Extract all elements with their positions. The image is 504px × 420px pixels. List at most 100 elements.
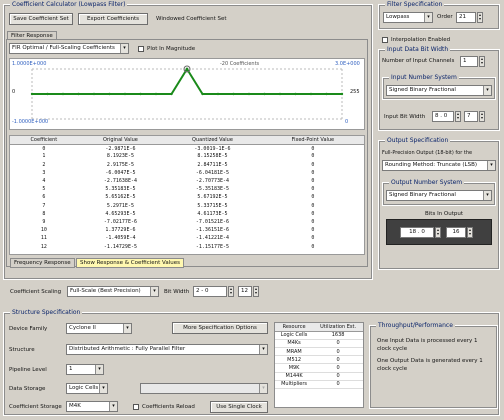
pipeline-level-combo[interactable]: 1 ▾ bbox=[66, 364, 104, 375]
chevron-down-icon: ▾ bbox=[483, 86, 491, 95]
resource-cell: 0 bbox=[313, 355, 363, 365]
resource-cell: 0 bbox=[313, 363, 363, 373]
table-cell: -6.0047E-5 bbox=[105, 169, 136, 176]
more-options-button[interactable]: More Specification Options bbox=[172, 322, 268, 334]
table-cell: 0 bbox=[311, 169, 315, 176]
chart-x-left-label: 0 bbox=[345, 119, 349, 125]
bit-width-field[interactable]: 2 - 0 bbox=[193, 286, 227, 297]
input-number-system-title: Input Number System bbox=[389, 74, 459, 81]
table-row[interactable]: 3 -6.0047E-5 -6.04181E-5 0 bbox=[10, 169, 364, 177]
table-cell: 8.1923E-5 bbox=[106, 153, 134, 160]
table-row[interactable]: 6 5.65162E-5 5.67192E-5 0 bbox=[10, 193, 364, 201]
coefficient-point bbox=[309, 92, 313, 96]
table-cell: 8.15258E-5 bbox=[197, 153, 228, 160]
table-row[interactable]: 0 -2.9871E-6 -3.0019-1E-6 0 bbox=[10, 144, 364, 152]
table-cell: 0 bbox=[311, 186, 315, 193]
order-spinner[interactable]: ▴ ▾ bbox=[477, 12, 483, 23]
input-bit-width-field[interactable]: 8 . 0 bbox=[432, 111, 454, 122]
device-family-label: Device Family bbox=[9, 326, 48, 332]
plot-selector-combo[interactable]: FIR Optimal / Full-Scaling Coefficients ▾ bbox=[9, 43, 129, 54]
plot-in-magnitude-label: Plot In Magnitude bbox=[147, 46, 196, 52]
resource-row: M4Ks 0 bbox=[275, 339, 363, 349]
table-cell: -1.14729E-5 bbox=[103, 243, 137, 250]
bit-width-spinner-2[interactable]: ▴ ▾ bbox=[253, 286, 259, 297]
input-number-system-combo[interactable]: Signed Binary Fractional ▾ bbox=[386, 85, 492, 96]
input-bit-width-spinner-2[interactable]: ▴ ▾ bbox=[479, 111, 485, 122]
coefficient-scaling-combo[interactable]: Full-Scale (Best Precision) ▾ bbox=[67, 286, 159, 297]
chevron-down-icon: ▾ bbox=[483, 191, 491, 200]
table-cell: 4.61173E-5 bbox=[197, 210, 228, 217]
coefficients-reload-label: Coefficients Reload bbox=[142, 404, 195, 410]
num-input-channels-field[interactable]: 1 bbox=[460, 56, 478, 67]
table-cell: 0 bbox=[311, 210, 315, 217]
table-cell: 10 bbox=[40, 227, 47, 234]
coefficients-reload-checkbox[interactable] bbox=[133, 404, 139, 410]
table-cell: -1.15177E-5 bbox=[195, 243, 230, 250]
column-header[interactable]: Fixed-Point Value bbox=[261, 136, 364, 145]
data-storage-label: Data Storage bbox=[9, 386, 46, 392]
column-header[interactable]: Coefficient bbox=[10, 136, 78, 145]
table-cell: 5.2971E-5 bbox=[106, 202, 134, 209]
order-field[interactable]: 21 bbox=[456, 12, 476, 23]
table-cell: 0 bbox=[311, 194, 315, 201]
chevron-down-icon: ▾ bbox=[120, 44, 128, 53]
export-coefficients-button[interactable]: Export Coefficients bbox=[78, 13, 148, 25]
table-row[interactable]: 4 -2.71638E-4 -2.70773E-4 0 bbox=[10, 177, 364, 185]
output-number-system-combo[interactable]: Signed Binary Fractional ▾ bbox=[386, 190, 492, 201]
input-bit-width-field-2[interactable]: 7 bbox=[464, 111, 478, 122]
table-row[interactable]: 1 8.1923E-5 8.15258E-5 0 bbox=[10, 152, 364, 160]
num-input-channels-spinner[interactable]: ▴ ▾ bbox=[479, 56, 485, 67]
table-row[interactable]: 10 1.37729E-6 -1.36151E-6 0 bbox=[10, 226, 364, 234]
output-precision-label: Full-Precision Output (18-bit) for the bbox=[382, 150, 473, 156]
pipeline-level-label: Pipeline Level bbox=[9, 367, 47, 373]
table-cell: 2.84711E-5 bbox=[197, 161, 228, 168]
table-cell: 2 bbox=[42, 161, 46, 168]
coefficient-scaling-label: Coefficient Scaling bbox=[10, 289, 62, 295]
bit-width-spinner[interactable]: ▴ ▾ bbox=[228, 286, 234, 297]
output-number-system-title: Output Number System bbox=[389, 179, 465, 186]
output-bit-width-spinner-2[interactable]: ▴ ▾ bbox=[467, 227, 473, 238]
rounding-method-combo[interactable]: Rounding Method: Truncate (LSB) ▾ bbox=[382, 160, 496, 171]
table-cell: 5.35183E-5 bbox=[105, 186, 136, 193]
save-coefficient-set-button[interactable]: Save Coefficient Set bbox=[9, 13, 73, 25]
table-row[interactable]: 8 4.65293E-5 4.61173E-5 0 bbox=[10, 210, 364, 218]
column-header[interactable]: Original Value bbox=[77, 136, 164, 145]
device-family-combo[interactable]: Cyclone II ▾ bbox=[66, 323, 132, 334]
table-cell: 8 bbox=[42, 210, 46, 217]
table-cell: -7.01521E-6 bbox=[195, 218, 230, 225]
plot-in-magnitude-checkbox[interactable] bbox=[138, 46, 144, 52]
output-bit-width-spinner[interactable]: ▴ ▾ bbox=[435, 227, 441, 238]
resource-estimate-header: Resource Utilization Est. bbox=[275, 323, 363, 332]
output-bit-width-title: Bits In Output bbox=[425, 211, 464, 217]
output-bit-width-field[interactable]: 18 . 0 bbox=[400, 227, 434, 238]
column-header[interactable]: Quantized Value bbox=[163, 136, 262, 145]
coefficient-point bbox=[108, 92, 111, 96]
table-row[interactable]: 9 -7.02177E-6 -7.01521E-6 0 bbox=[10, 218, 364, 226]
input-bit-width-spinner[interactable]: ▴ ▾ bbox=[455, 111, 461, 122]
table-row[interactable]: 5 5.35183E-5 -5.35183E-5 0 bbox=[10, 185, 364, 193]
table-cell: 5.67192E-5 bbox=[197, 194, 228, 201]
filter-type-combo[interactable]: Lowpass ▾ bbox=[383, 12, 433, 23]
tab-show-response-coefficients[interactable]: Show Response & Coefficient Values bbox=[76, 258, 184, 268]
coefficient-table-container[interactable]: Coefficient Original Value Quantized Value… bbox=[9, 135, 365, 255]
tab-frequency-response[interactable]: Frequency Response bbox=[10, 258, 75, 268]
structure-combo[interactable]: Distributed Arithmetic : Fully Parallel … bbox=[66, 344, 268, 355]
table-row[interactable]: 11 -1.4059E-4 -1.41221E-4 0 bbox=[10, 234, 364, 242]
coefficient-point bbox=[61, 92, 65, 96]
chevron-down-icon: ▾ bbox=[259, 345, 267, 354]
table-row[interactable]: 2 2.9175E-5 2.84711E-5 0 bbox=[10, 161, 364, 169]
output-bit-width-field-2[interactable]: 16 bbox=[446, 227, 466, 238]
data-storage-combo[interactable]: Logic Cells ▾ bbox=[66, 383, 108, 394]
use-single-clock-button[interactable]: Use Single Clock bbox=[210, 401, 268, 413]
table-row[interactable]: 12 -1.14729E-5 -1.15177E-5 0 bbox=[10, 242, 364, 250]
table-row[interactable]: 7 5.2971E-5 5.33715E-5 0 bbox=[10, 202, 364, 210]
throughput-line-2: One Output Data is generated every 1 clo… bbox=[377, 358, 483, 372]
table-cell: 3 bbox=[42, 169, 46, 176]
bit-width-field-2[interactable]: 12 bbox=[238, 286, 252, 297]
resource-cell: MRAM bbox=[275, 347, 314, 357]
input-bit-width-title: Input Data Bit Width bbox=[385, 46, 451, 53]
coefficient-storage-combo[interactable]: M4K ▾ bbox=[66, 401, 118, 412]
chart-y-top-label: 1.0000E+000 bbox=[12, 61, 47, 67]
interpolation-checkbox[interactable] bbox=[382, 37, 388, 43]
table-cell: 5 bbox=[42, 186, 46, 193]
